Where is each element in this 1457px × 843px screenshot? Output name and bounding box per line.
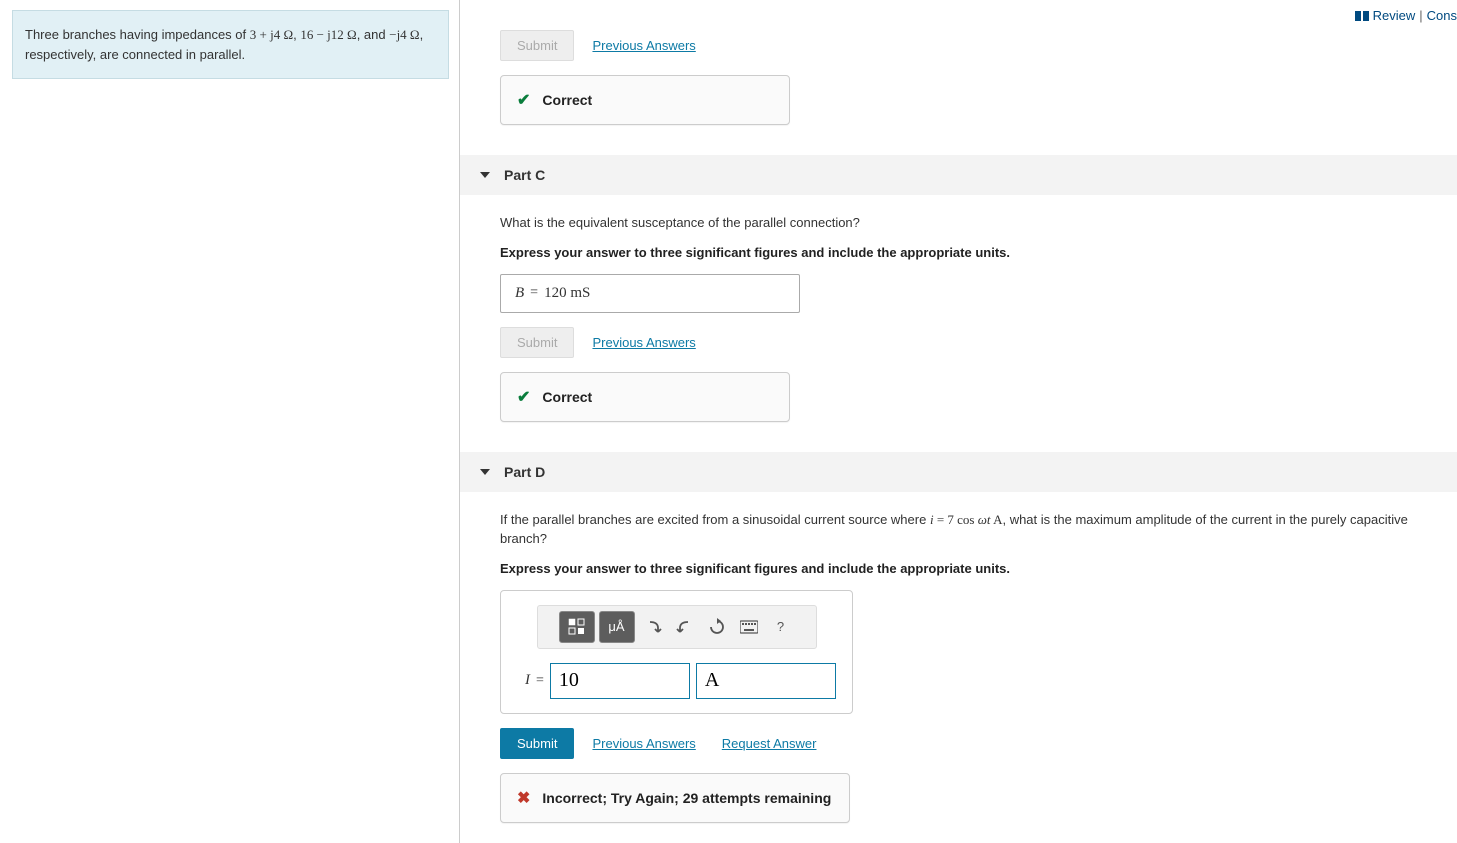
separator: |: [1419, 8, 1422, 23]
part-c-question: What is the equivalent susceptance of th…: [500, 213, 1457, 233]
units-button[interactable]: μÅ: [599, 611, 635, 643]
value-input[interactable]: [550, 663, 690, 699]
top-links: Review | Cons: [1355, 8, 1457, 23]
input-toolbar: μÅ ?: [537, 605, 817, 649]
submit-button[interactable]: Submit: [500, 728, 574, 759]
part-d-input-panel: μÅ ? I =: [500, 590, 853, 714]
answer-variable: B: [515, 285, 524, 302]
previous-answers-link[interactable]: Previous Answers: [592, 335, 695, 350]
part-d-question: If the parallel branches are excited fro…: [500, 510, 1457, 549]
cross-icon: ✖: [517, 788, 530, 808]
part-b-feedback: ✔ Correct: [500, 75, 790, 125]
check-icon: ✔: [517, 90, 530, 110]
constants-link[interactable]: Cons: [1427, 8, 1457, 23]
input-row: I =: [525, 663, 838, 699]
feedback-text: Correct: [542, 92, 592, 108]
part-c-header[interactable]: Part C: [460, 155, 1457, 195]
review-link[interactable]: Review: [1373, 8, 1416, 23]
request-answer-link[interactable]: Request Answer: [722, 736, 817, 751]
answer-value: 120 mS: [544, 285, 590, 302]
problem-text: Three branches having impedances of: [25, 27, 250, 42]
feedback-text: Incorrect; Try Again; 29 attempts remain…: [542, 790, 831, 806]
part-d-instruction: Express your answer to three significant…: [500, 561, 1457, 576]
impedance-2: 16 − j12 Ω: [300, 27, 356, 42]
part-d-submit-row: Submit Previous Answers Request Answer: [500, 728, 1457, 759]
undo-button[interactable]: [639, 611, 667, 643]
template-button[interactable]: [559, 611, 595, 643]
chevron-down-icon: [480, 469, 490, 475]
book-icon: [1355, 11, 1369, 21]
keyboard-button[interactable]: [735, 611, 763, 643]
problem-statement: Three branches having impedances of 3 + …: [12, 10, 449, 79]
redo-button[interactable]: [671, 611, 699, 643]
part-d-header[interactable]: Part D: [460, 452, 1457, 492]
check-icon: ✔: [517, 387, 530, 407]
previous-answers-link[interactable]: Previous Answers: [592, 38, 695, 53]
problem-panel: Three branches having impedances of 3 + …: [0, 0, 460, 843]
part-d-feedback: ✖ Incorrect; Try Again; 29 attempts rema…: [500, 773, 850, 823]
equals: =: [536, 673, 544, 689]
part-c-submit-row: Submit Previous Answers: [500, 327, 1457, 358]
question-equation: i = 7 cos ωt A: [930, 512, 1003, 527]
impedance-1: 3 + j4 Ω: [250, 27, 293, 42]
part-d-title: Part D: [504, 464, 545, 480]
feedback-text: Correct: [542, 389, 592, 405]
previous-answers-link[interactable]: Previous Answers: [592, 736, 695, 751]
unit-input[interactable]: [696, 663, 836, 699]
equals: =: [530, 285, 538, 301]
help-button[interactable]: ?: [767, 611, 795, 643]
question-pre: If the parallel branches are excited fro…: [500, 512, 930, 527]
reset-button[interactable]: [703, 611, 731, 643]
part-c-answer: B = 120 mS: [500, 274, 800, 313]
impedance-3: −j4 Ω: [389, 27, 419, 42]
input-variable: I: [525, 672, 530, 689]
answer-panel: Review | Cons Submit Previous Answers ✔ …: [460, 0, 1457, 843]
part-b-submit-row: Submit Previous Answers: [500, 30, 1457, 61]
part-c-feedback: ✔ Correct: [500, 372, 790, 422]
part-c-title: Part C: [504, 167, 545, 183]
sep: , and: [357, 27, 390, 42]
submit-button: Submit: [500, 327, 574, 358]
submit-button: Submit: [500, 30, 574, 61]
part-c-instruction: Express your answer to three significant…: [500, 245, 1457, 260]
chevron-down-icon: [480, 172, 490, 178]
